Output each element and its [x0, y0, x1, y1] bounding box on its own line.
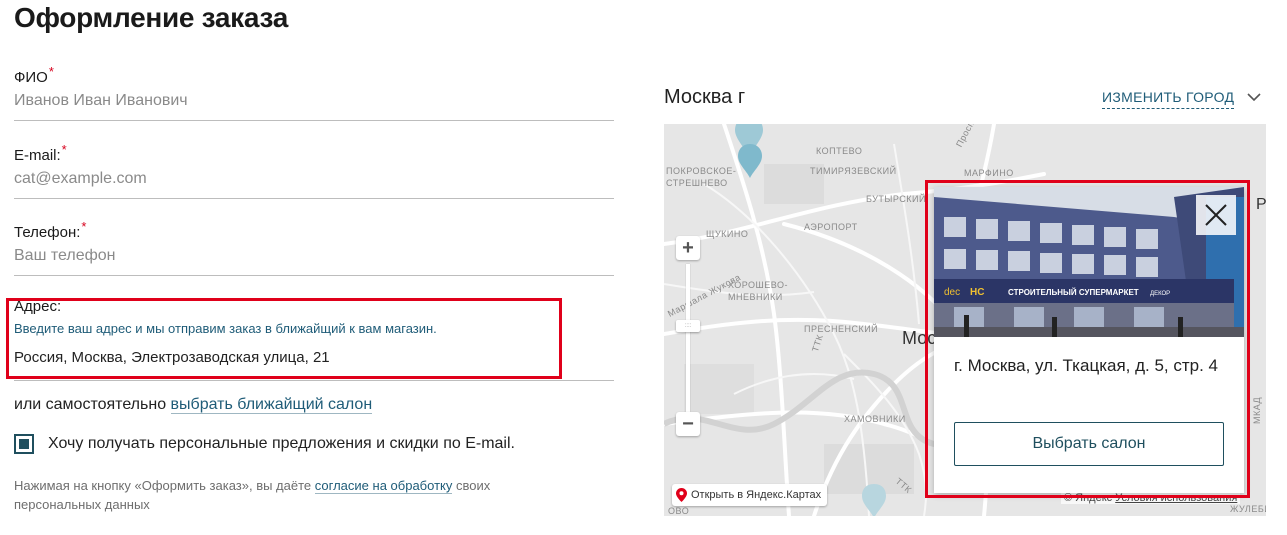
map-label-aeroport: АЭРОПОРТ [804, 222, 858, 232]
terms-link[interactable]: Условия использования [1115, 492, 1237, 504]
change-city-button[interactable]: ИЗМЕНИТЬ ГОРОД [1102, 89, 1235, 109]
map-label-khamovniki: ХАМОВНИКИ [844, 414, 906, 424]
map-label-bottom: ОВО [668, 506, 690, 516]
map-label-mnevniki: МНЕВНИКИ [728, 292, 783, 302]
address-label: Адрес: [14, 298, 62, 315]
subscribe-checkbox[interactable] [14, 434, 34, 454]
zoom-slider-handle[interactable]: :::: [676, 320, 700, 332]
address-underline [14, 380, 614, 381]
map-label-moscow: Мос [902, 328, 937, 348]
consent-link[interactable]: согласие на обработку [314, 478, 453, 494]
map-label-mkad: МКАД [1252, 396, 1262, 424]
address-field: Адрес: Введите ваш адрес и мы отправим з… [14, 298, 614, 366]
copyright-prefix: © Яндекс [1064, 492, 1113, 504]
page-title: Оформление заказа [14, 2, 288, 33]
address-input[interactable]: Россия, Москва, Электрозаводская улица, … [14, 349, 614, 366]
map-copyright: © Яндекс Условия использования [1061, 492, 1241, 504]
map-label-streshnevo: СТРЕШНЕВО [666, 178, 728, 188]
chevron-down-icon[interactable] [1246, 92, 1262, 102]
email-input[interactable] [14, 164, 614, 199]
phone-input[interactable] [14, 241, 614, 276]
open-yandex-maps-button[interactable]: Открыть в Яндекс.Картах [672, 484, 828, 506]
legal-text: Нажимая на кнопку «Оформить заказ», вы д… [14, 476, 574, 514]
sign-partial: dec [944, 287, 960, 298]
email-field: E-mail:* [14, 142, 614, 199]
salon-popup: dec НС СТРОИТЕЛЬНЫЙ СУПЕРМАРКЕТ ДЕКОР г.… [934, 187, 1244, 493]
email-label: E-mail:* [14, 142, 614, 164]
phone-label-text: Телефон: [14, 224, 81, 241]
salon-address: г. Москва, ул. Ткацкая, д. 5, стр. 4 [954, 356, 1219, 375]
map-label-koptevo: КОПТЕВО [816, 146, 863, 156]
zoom-track[interactable] [686, 264, 690, 412]
fio-label-text: ФИО [14, 69, 48, 86]
salon-prefix: или самостоятельно [14, 396, 167, 413]
city-name: Москва г [664, 86, 746, 108]
sign-small: ДЕКОР [1150, 291, 1170, 297]
zoom-out-button[interactable]: − [676, 412, 700, 436]
email-label-text: E-mail: [14, 147, 61, 164]
map-label-zhulebino: ЖУЛЕБИНО [1230, 504, 1266, 514]
address-hint: Введите ваш адрес и мы отправим заказ в … [14, 321, 437, 336]
sign-main: СТРОИТЕЛЬНЫЙ СУПЕРМАРКЕТ [1008, 288, 1139, 297]
map-label-timiryazevsky: ТИМИРЯЗЕВСКИЙ [810, 166, 897, 176]
choose-salon-link[interactable]: выбрать ближайщий салон [170, 396, 373, 414]
close-popup-button[interactable] [1196, 195, 1236, 235]
map-label-butyrsky: БУТЫРСКИЙ [866, 194, 926, 204]
sign-hc: НС [970, 287, 984, 298]
phone-field: Телефон:* [14, 219, 614, 276]
phone-label: Телефон:* [14, 219, 614, 241]
salon-choice: или самостоятельно выбрать ближайщий сал… [14, 396, 373, 414]
required-mark: * [81, 219, 87, 234]
map-pin-icon [676, 488, 687, 502]
zoom-in-button[interactable]: + [676, 236, 700, 260]
open-yandex-label: Открыть в Яндекс.Картах [691, 489, 822, 501]
fio-input[interactable] [14, 86, 614, 121]
map-label-pokrovskoe: ПОКРОВСКОЕ- [666, 166, 737, 176]
legal-before: Нажимая на кнопку «Оформить заказ», вы д… [14, 478, 312, 493]
choose-salon-button[interactable]: Выбрать салон [954, 422, 1224, 466]
fio-field: ФИО* [14, 64, 614, 121]
map-label-shchukino: ЩУКИНО [706, 229, 749, 239]
checkbox-check-icon [19, 439, 29, 449]
fio-label: ФИО* [14, 64, 614, 86]
required-mark: * [48, 64, 54, 79]
map-label-marfino: МАРФИНО [964, 168, 1014, 178]
required-mark: * [61, 142, 67, 157]
subscribe-label[interactable]: Хочу получать персональные предложения и… [48, 435, 515, 453]
map-label-r: Р [1256, 196, 1266, 213]
close-icon [1205, 204, 1227, 226]
subscribe-row[interactable]: Хочу получать персональные предложения и… [14, 434, 515, 454]
